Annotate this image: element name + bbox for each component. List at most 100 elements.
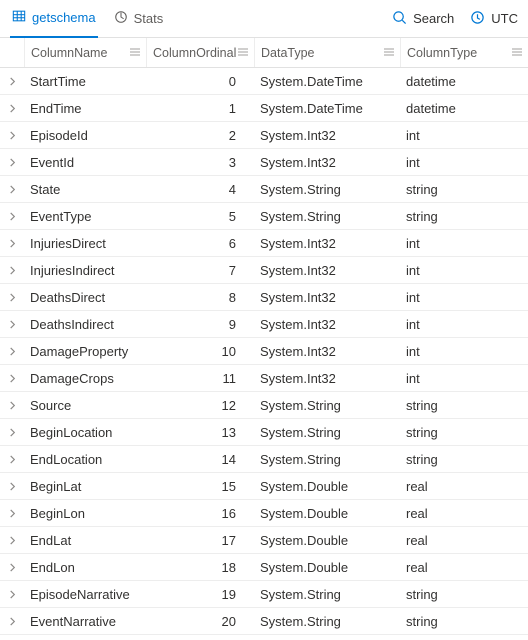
header-label: ColumnOrdinal <box>153 46 236 60</box>
table-row[interactable]: BeginLon16System.Doublereal <box>0 500 528 527</box>
table-row[interactable]: EventNarrative20System.Stringstring <box>0 608 528 635</box>
expand-row[interactable] <box>0 392 24 418</box>
header-columnname[interactable]: ColumnName <box>24 38 146 67</box>
cell-columnordinal: 12 <box>146 398 254 413</box>
cell-datatype: System.Double <box>254 506 400 521</box>
tab-label: Stats <box>134 11 164 26</box>
cell-columnordinal: 17 <box>146 533 254 548</box>
table-row[interactable]: Source12System.Stringstring <box>0 392 528 419</box>
column-menu-icon[interactable] <box>238 46 248 60</box>
table-row[interactable]: InjuriesDirect6System.Int32int <box>0 230 528 257</box>
cell-columnordinal: 19 <box>146 587 254 602</box>
cell-datatype: System.String <box>254 452 400 467</box>
expand-row[interactable] <box>0 68 24 94</box>
expand-row[interactable] <box>0 284 24 310</box>
expand-row[interactable] <box>0 176 24 202</box>
cell-columntype: int <box>400 236 528 251</box>
table-row[interactable]: EventId3System.Int32int <box>0 149 528 176</box>
expand-row[interactable] <box>0 203 24 229</box>
header-label: DataType <box>261 46 315 60</box>
expand-row[interactable] <box>0 473 24 499</box>
cell-columntype: int <box>400 263 528 278</box>
cell-datatype: System.String <box>254 587 400 602</box>
cell-datatype: System.DateTime <box>254 101 400 116</box>
cell-columntype: datetime <box>400 74 528 89</box>
stats-icon <box>114 10 128 27</box>
expand-row[interactable] <box>0 365 24 391</box>
cell-columntype: datetime <box>400 101 528 116</box>
header-label: ColumnName <box>31 46 107 60</box>
cell-columnname: EventNarrative <box>24 614 146 629</box>
expand-row[interactable] <box>0 608 24 634</box>
expand-row[interactable] <box>0 149 24 175</box>
cell-datatype: System.Int32 <box>254 236 400 251</box>
expand-row[interactable] <box>0 257 24 283</box>
table-row[interactable]: EventType5System.Stringstring <box>0 203 528 230</box>
table-row[interactable]: EndLat17System.Doublereal <box>0 527 528 554</box>
table-row[interactable]: BeginLocation13System.Stringstring <box>0 419 528 446</box>
cell-columnordinal: 5 <box>146 209 254 224</box>
header-datatype[interactable]: DataType <box>254 38 400 67</box>
cell-columnordinal: 9 <box>146 317 254 332</box>
header-row: ColumnName ColumnOrdinal DataType Column… <box>0 38 528 68</box>
cell-columnname: DeathsDirect <box>24 290 146 305</box>
cell-columnname: Source <box>24 398 146 413</box>
tab-stats[interactable]: Stats <box>112 0 166 38</box>
header-columntype[interactable]: ColumnType <box>400 38 528 67</box>
cell-columntype: int <box>400 371 528 386</box>
table-row[interactable]: DamageProperty10System.Int32int <box>0 338 528 365</box>
cell-columnordinal: 11 <box>146 371 254 386</box>
expand-all-cell <box>0 38 24 67</box>
expand-row[interactable] <box>0 446 24 472</box>
expand-row[interactable] <box>0 419 24 445</box>
expand-row[interactable] <box>0 581 24 607</box>
table-row[interactable]: DamageCrops11System.Int32int <box>0 365 528 392</box>
table-row[interactable]: DeathsIndirect9System.Int32int <box>0 311 528 338</box>
expand-row[interactable] <box>0 338 24 364</box>
column-menu-icon[interactable] <box>130 46 140 60</box>
cell-columnordinal: 0 <box>146 74 254 89</box>
table-row[interactable]: State4System.Stringstring <box>0 176 528 203</box>
expand-row[interactable] <box>0 311 24 337</box>
column-menu-icon[interactable] <box>512 46 522 60</box>
table-row[interactable]: StormSummary21System.Objectdynamic <box>0 635 528 640</box>
cell-datatype: System.Int32 <box>254 263 400 278</box>
cell-datatype: System.Int32 <box>254 155 400 170</box>
expand-row[interactable] <box>0 95 24 121</box>
cell-columnordinal: 20 <box>146 614 254 629</box>
search-tool[interactable]: Search <box>392 10 454 28</box>
table-row[interactable]: EpisodeNarrative19System.Stringstring <box>0 581 528 608</box>
cell-columntype: int <box>400 290 528 305</box>
header-columnordinal[interactable]: ColumnOrdinal <box>146 38 254 67</box>
expand-row[interactable] <box>0 500 24 526</box>
clock-icon <box>470 10 485 28</box>
expand-row[interactable] <box>0 230 24 256</box>
right-tools: Search UTC <box>392 10 518 28</box>
cell-datatype: System.String <box>254 614 400 629</box>
utc-tool[interactable]: UTC <box>470 10 518 28</box>
cell-columntype: string <box>400 425 528 440</box>
table-row[interactable]: EndTime1System.DateTimedatetime <box>0 95 528 122</box>
cell-columntype: string <box>400 182 528 197</box>
expand-row[interactable] <box>0 122 24 148</box>
cell-columnname: EndLon <box>24 560 146 575</box>
table-row[interactable]: BeginLat15System.Doublereal <box>0 473 528 500</box>
expand-row[interactable] <box>0 635 24 640</box>
column-menu-icon[interactable] <box>384 46 394 60</box>
table-row[interactable]: InjuriesIndirect7System.Int32int <box>0 257 528 284</box>
table-row[interactable]: EndLon18System.Doublereal <box>0 554 528 581</box>
table-row[interactable]: EndLocation14System.Stringstring <box>0 446 528 473</box>
tab-getschema[interactable]: getschema <box>10 0 98 38</box>
table-row[interactable]: DeathsDirect8System.Int32int <box>0 284 528 311</box>
cell-datatype: System.Int32 <box>254 317 400 332</box>
cell-columnname: EndLocation <box>24 452 146 467</box>
expand-row[interactable] <box>0 527 24 553</box>
cell-columntype: int <box>400 128 528 143</box>
utc-label: UTC <box>491 11 518 26</box>
cell-columnname: EndLat <box>24 533 146 548</box>
cell-columnordinal: 10 <box>146 344 254 359</box>
search-label: Search <box>413 11 454 26</box>
table-row[interactable]: StartTime0System.DateTimedatetime <box>0 68 528 95</box>
expand-row[interactable] <box>0 554 24 580</box>
table-row[interactable]: EpisodeId2System.Int32int <box>0 122 528 149</box>
